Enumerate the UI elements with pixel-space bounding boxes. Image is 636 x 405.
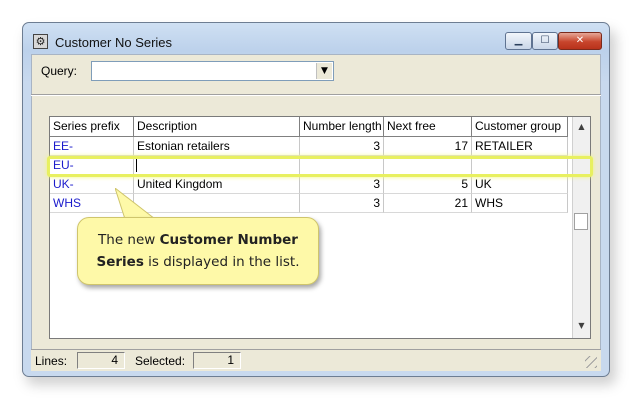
callout-tooltip: The new Customer Number Series is displa… <box>77 217 319 285</box>
scroll-thumb[interactable] <box>574 213 588 230</box>
callout-bold-text: Customer Number <box>159 232 298 248</box>
cell-next-free[interactable]: 17 <box>384 137 472 156</box>
status-bar: Lines: 4 Selected: 1 <box>31 349 601 371</box>
table-row[interactable]: EE- Estonian retailers 3 17 RETAILER <box>50 137 568 156</box>
selected-count: 1 <box>193 352 241 369</box>
separator <box>31 94 601 96</box>
gear-icon: ⚙ <box>33 34 48 49</box>
maximize-icon: ☐ <box>540 35 550 46</box>
cell-customer-group[interactable]: UK <box>472 175 568 194</box>
cell-number-length[interactable]: 3 <box>300 175 384 194</box>
callout-bold-text: Series <box>96 254 144 270</box>
cell-series-prefix[interactable]: EE- <box>50 137 134 156</box>
lines-label: Lines: <box>35 354 68 368</box>
title-bar[interactable]: ⚙ Customer No Series ▁ ☐ ✕ <box>23 23 609 53</box>
cell-description[interactable]: Estonian retailers <box>134 137 300 156</box>
query-label: Query: <box>41 64 78 78</box>
column-header-series-prefix[interactable]: Series prefix <box>50 117 134 137</box>
cell-number-length[interactable]: 3 <box>300 137 384 156</box>
cell-number-length[interactable]: 3 <box>300 194 384 213</box>
cell-customer-group[interactable]: WHS <box>472 194 568 213</box>
callout-text: The new <box>98 232 160 248</box>
cell-next-free[interactable]: 21 <box>384 194 472 213</box>
callout-line-2: Series is displayed in the list. <box>78 251 318 273</box>
column-header-next-free[interactable]: Next free <box>384 117 472 137</box>
lines-count: 4 <box>77 352 125 369</box>
customer-no-series-window: ⚙ Customer No Series ▁ ☐ ✕ Query: ▼ Seri… <box>22 22 610 377</box>
callout-text: is displayed in the list. <box>143 254 300 270</box>
chevron-down-icon[interactable]: ▼ <box>316 63 332 79</box>
resize-grip[interactable] <box>585 356 597 368</box>
close-icon: ✕ <box>575 35 585 46</box>
scroll-down-icon[interactable]: ▼ <box>573 317 590 335</box>
query-dropdown[interactable]: ▼ <box>91 61 334 81</box>
callout-line-1: The new Customer Number <box>78 229 318 251</box>
window-title: Customer No Series <box>55 35 173 50</box>
cell-customer-group[interactable]: RETAILER <box>472 137 568 156</box>
scroll-up-icon[interactable]: ▲ <box>573 118 590 136</box>
vertical-scrollbar[interactable]: ▲ ▼ <box>572 117 590 338</box>
column-header-number-length[interactable]: Number length <box>300 117 384 137</box>
selected-label: Selected: <box>135 354 186 368</box>
cell-next-free[interactable]: 5 <box>384 175 472 194</box>
new-row-highlight <box>47 156 593 177</box>
maximize-button[interactable]: ☐ <box>532 32 558 50</box>
column-header-description[interactable]: Description <box>134 117 300 137</box>
minimize-icon: ▁ <box>514 35 523 46</box>
close-button[interactable]: ✕ <box>558 32 602 50</box>
column-header-customer-group[interactable]: Customer group <box>472 117 568 137</box>
minimize-button[interactable]: ▁ <box>505 32 532 50</box>
